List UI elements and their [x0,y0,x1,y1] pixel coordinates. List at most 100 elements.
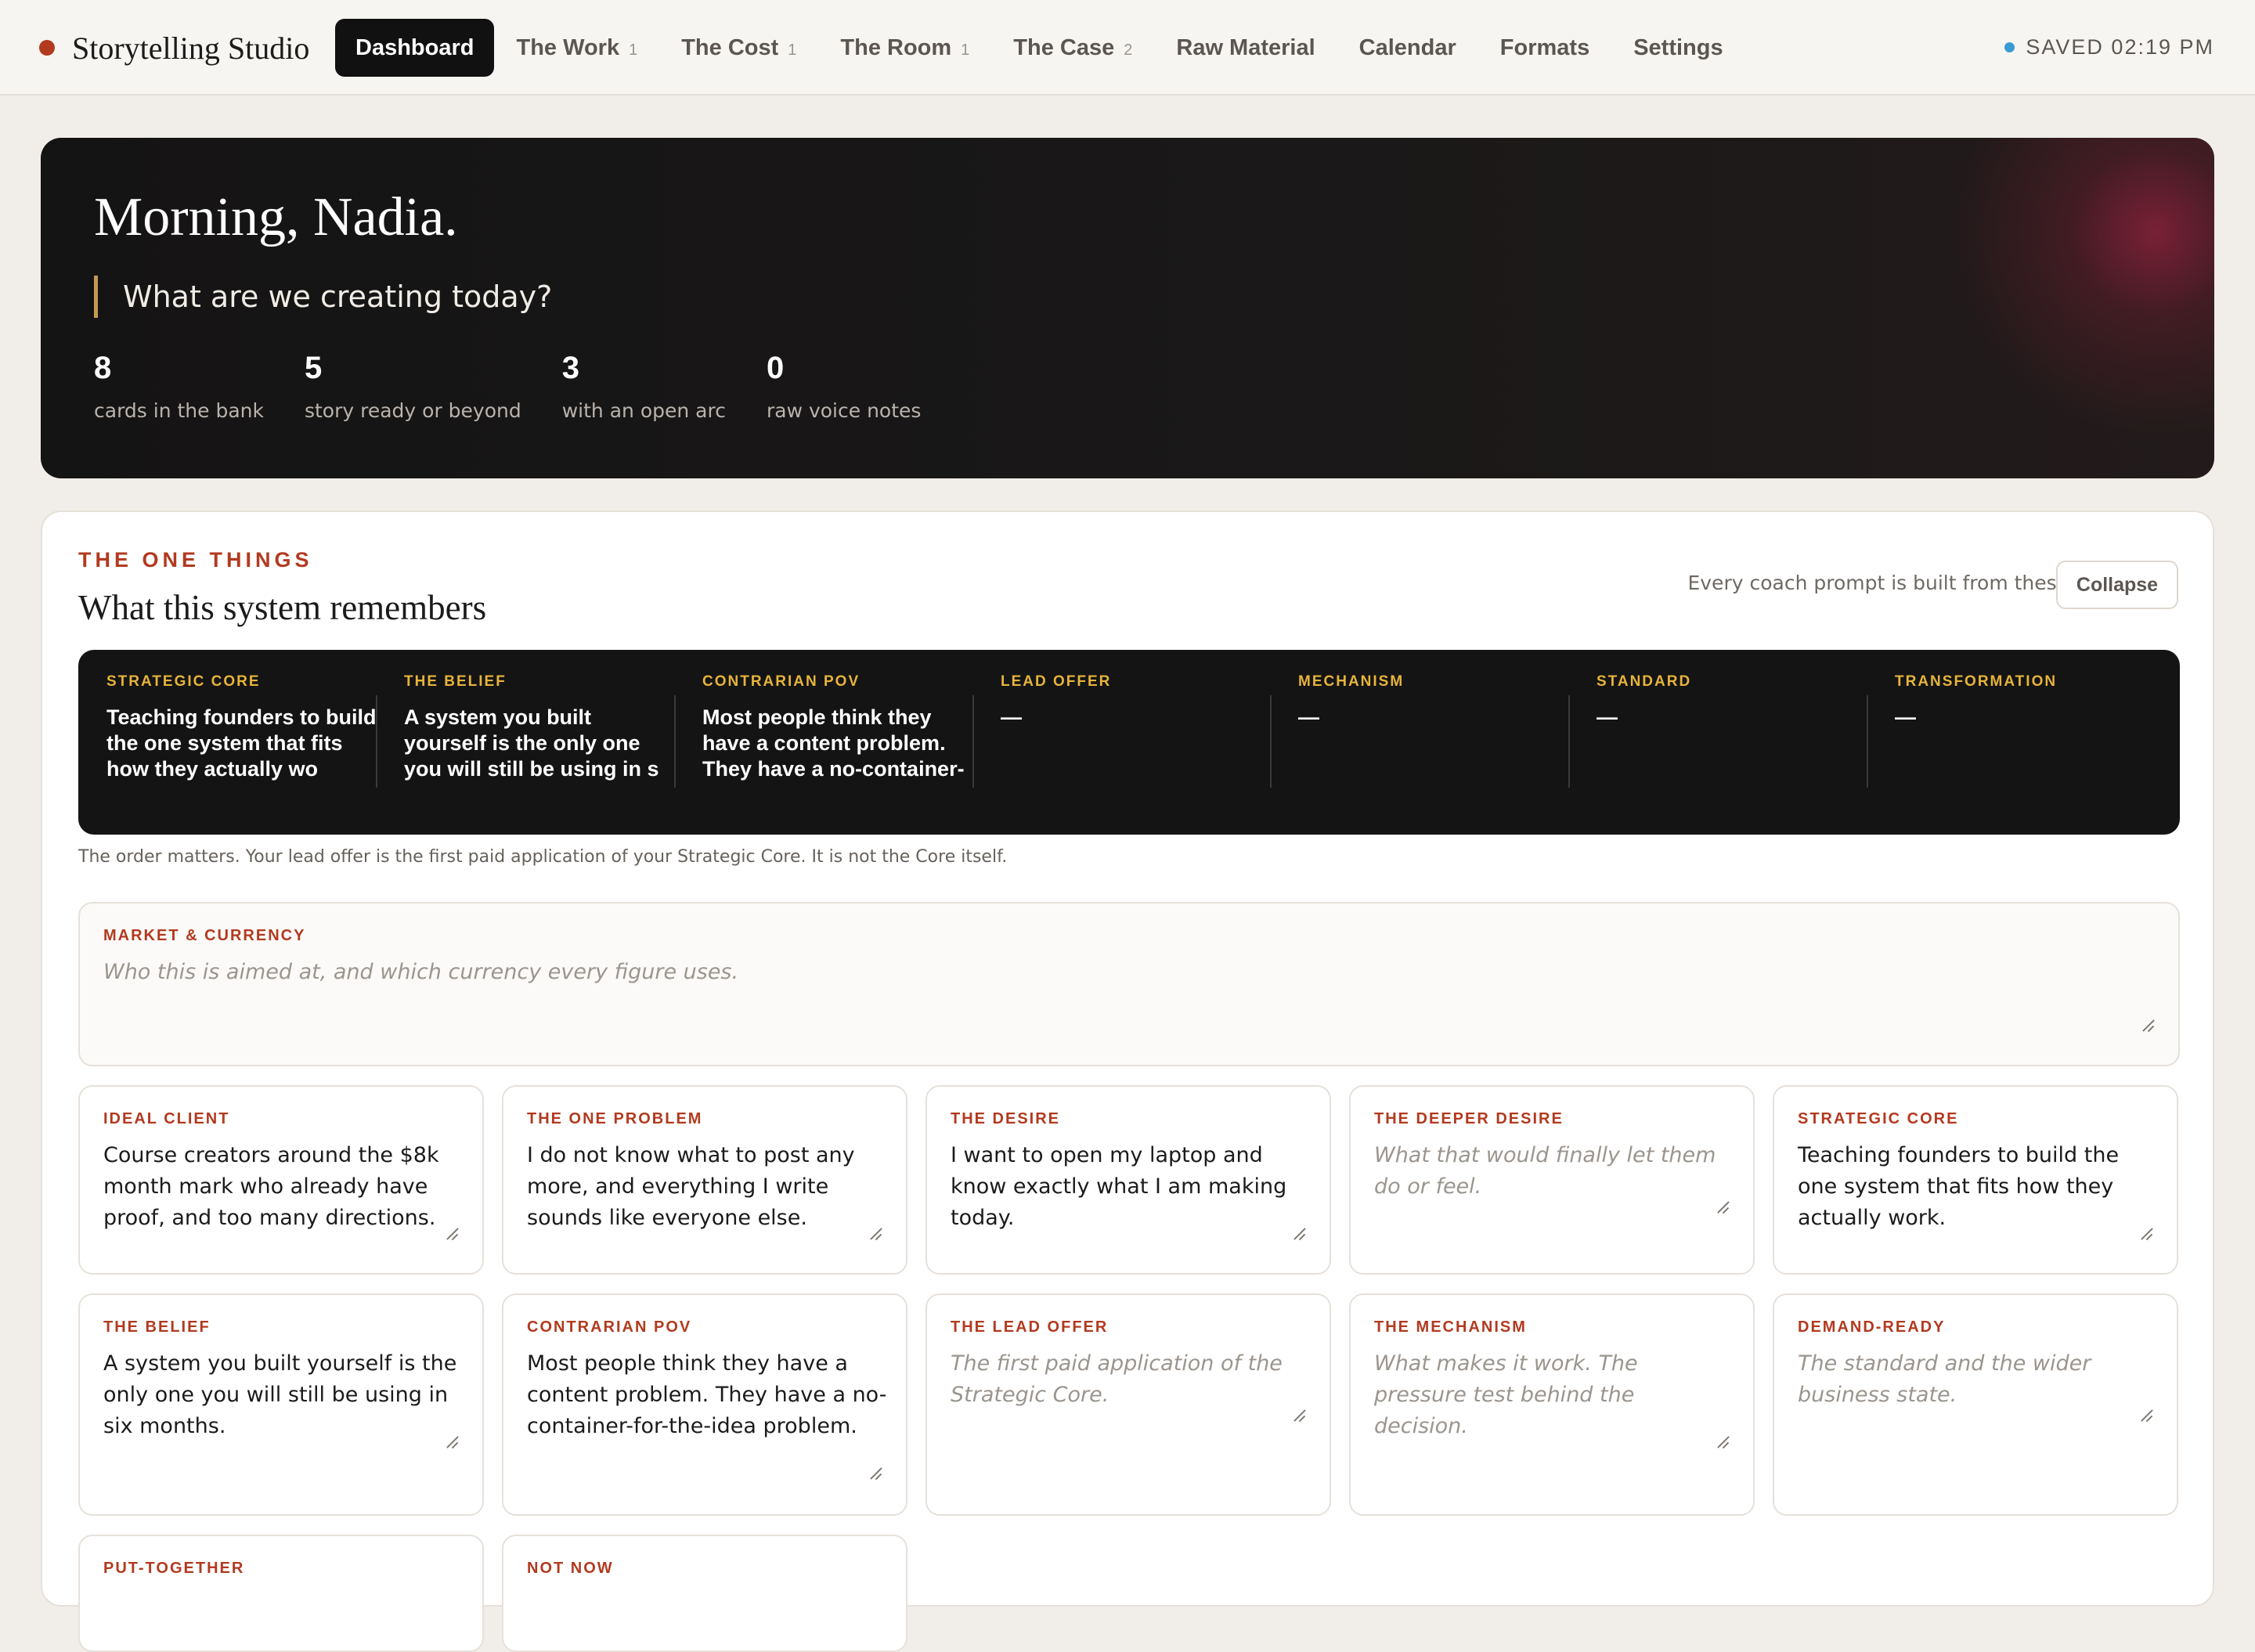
brand[interactable]: Storytelling Studio [39,28,309,67]
resize-grip-icon[interactable] [2141,1228,2153,1240]
resize-grip-icon[interactable] [446,1228,459,1240]
resize-grip-icon[interactable] [870,1467,882,1480]
tab-count: 2 [1124,41,1133,59]
top-nav: Storytelling Studio Dashboard The Work 1 … [0,0,2255,96]
field-label: THE MECHANISM [1374,1318,1527,1336]
field-label: MARKET & CURRENCY [103,927,306,944]
field-put-together[interactable]: PUT-TOGETHER [78,1535,484,1652]
field-label: THE BELIEF [103,1318,211,1336]
section-hint: Every coach prompt is built from these. [1687,572,2075,594]
section-title: What this system remembers [78,588,487,627]
field-desire[interactable]: THE DESIRE I want to open my laptop and … [925,1085,1331,1275]
tab-formats[interactable]: Formats [1478,19,1611,77]
summary-belief: THE BELIEF A system you built yourself i… [376,650,673,835]
save-status: SAVED 02:19 PM [2004,33,2214,61]
stat-value: 0 [766,351,785,385]
resize-grip-icon[interactable] [446,1436,459,1448]
tab-label: Settings [1633,34,1723,60]
field-label: THE DESIRE [951,1110,1061,1127]
divider [674,695,676,788]
tab-the-case[interactable]: The Case 2 [991,19,1154,77]
field-placeholder: What makes it work. The pressure test be… [1374,1351,1638,1438]
order-note: The order matters. Your lead offer is th… [78,847,1008,867]
tab-label: Calendar [1358,34,1456,60]
brand-dot-icon [39,40,55,56]
resize-grip-icon[interactable] [1293,1228,1306,1240]
tab-label: Raw Material [1176,34,1315,60]
save-status-text: SAVED 02:19 PM [2026,34,2214,59]
summary-strip: STRATEGIC CORE Teaching founders to buil… [78,650,2180,835]
creation-prompt: What are we creating today? [94,276,552,318]
stat-label: story ready or beyond [304,399,521,422]
status-dot-icon [2004,41,2015,52]
resize-grip-icon[interactable] [1717,1436,1730,1448]
summary-value: — [1895,705,1916,729]
field-ideal-client[interactable]: IDEAL CLIENT Course creators around the … [78,1085,484,1275]
resize-grip-icon[interactable] [2142,1019,2155,1032]
field-placeholder: The first paid application of the Strate… [951,1351,1283,1407]
summary-value: Teaching founders to build the one syste… [106,705,377,781]
stat-cards: 8 cards in the bank [94,351,264,422]
stats-row: 8 cards in the bank 5 story ready or bey… [94,351,962,422]
stat-story-ready: 5 story ready or beyond [305,351,521,422]
collapse-button[interactable]: Collapse [2056,561,2178,609]
tab-the-work[interactable]: The Work 1 [494,19,659,77]
app-name: Storytelling Studio [72,30,310,66]
field-value: I want to open my laptop and know exactl… [951,1143,1287,1230]
summary-value: Most people think they have a content pr… [702,705,965,781]
tab-the-room[interactable]: The Room 1 [818,19,991,77]
tab-label: The Cost [681,34,779,60]
tab-the-cost[interactable]: The Cost 1 [659,19,818,77]
field-label: THE DEEPER DESIRE [1374,1110,1564,1127]
field-mechanism[interactable]: THE MECHANISM What makes it work. The pr… [1349,1293,1755,1516]
field-label: NOT NOW [527,1560,614,1577]
stat-voice-notes: 0 raw voice notes [767,351,921,422]
tab-label: The Case [1013,34,1115,60]
field-value: Most people think they have a content pr… [527,1351,887,1438]
stat-open-arc: 3 with an open arc [562,351,726,422]
summary-value: — [1298,705,1319,729]
tab-settings[interactable]: Settings [1611,19,1744,77]
welcome-hero: Morning, Nadia. What are we creating tod… [41,138,2214,478]
field-value: Teaching founders to build the one syste… [1798,1143,2120,1230]
summary-label: MECHANISM [1298,673,1405,690]
summary-mechanism: MECHANISM — [1270,650,1568,835]
field-not-now[interactable]: NOT NOW [502,1535,907,1652]
tab-calendar[interactable]: Calendar [1337,19,1478,77]
resize-grip-icon[interactable] [2141,1409,2153,1422]
summary-value: — [1597,705,1618,729]
field-label: THE ONE PROBLEM [527,1110,703,1127]
tab-dashboard[interactable]: Dashboard [335,19,495,77]
summary-value: — [1001,705,1022,729]
field-one-problem[interactable]: THE ONE PROBLEM I do not know what to po… [502,1085,907,1275]
summary-contrarian-pov: CONTRARIAN POV Most people think they ha… [674,650,972,835]
field-contrarian-pov[interactable]: CONTRARIAN POV Most people think they ha… [502,1293,907,1516]
field-demand-ready[interactable]: DEMAND-READY The standard and the wider … [1773,1293,2178,1516]
greeting: Morning, Nadia. [94,187,458,247]
summary-standard: STANDARD — [1568,650,1866,835]
tab-raw-material[interactable]: Raw Material [1154,19,1337,77]
field-belief[interactable]: THE BELIEF A system you built yourself i… [78,1293,484,1516]
market-currency-field[interactable]: MARKET & CURRENCY Who this is aimed at, … [78,902,2180,1066]
resize-grip-icon[interactable] [1717,1201,1730,1214]
summary-label: CONTRARIAN POV [702,673,861,690]
tab-count: 1 [629,41,638,59]
field-label: DEMAND-READY [1798,1318,1946,1336]
stat-value: 3 [561,351,579,385]
stat-label: with an open arc [561,399,726,422]
summary-label: LEAD OFFER [1001,673,1112,690]
tab-label: The Work [516,34,620,60]
stat-label: cards in the bank [94,399,264,422]
field-label: THE LEAD OFFER [951,1318,1109,1336]
resize-grip-icon[interactable] [870,1228,882,1240]
stat-value: 5 [304,351,323,385]
field-deeper-desire[interactable]: THE DEEPER DESIRE What that would finall… [1349,1085,1755,1275]
resize-grip-icon[interactable] [1293,1409,1306,1422]
field-placeholder: The standard and the wider business stat… [1798,1351,2091,1407]
field-value: Course creators around the $8k month mar… [103,1143,439,1230]
field-lead-offer[interactable]: THE LEAD OFFER The first paid applicatio… [925,1293,1331,1516]
nav-tabs: Dashboard The Work 1 The Cost 1 The Room 1 … [335,19,1745,77]
summary-label: STRATEGIC CORE [106,673,261,690]
field-strategic-core[interactable]: STRATEGIC CORE Teaching founders to buil… [1773,1085,2178,1275]
stat-label: raw voice notes [766,399,922,422]
